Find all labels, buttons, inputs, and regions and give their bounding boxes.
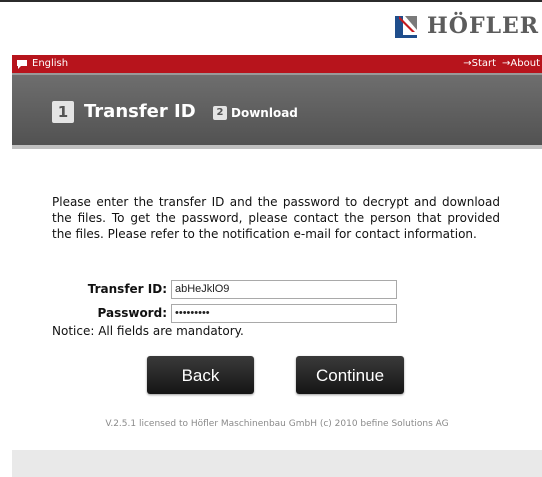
top-bar: English →Start →About (12, 55, 542, 73)
brand-name: HÖFLER (427, 13, 540, 39)
transfer-id-input[interactable] (171, 279, 397, 299)
continue-button[interactable]: Continue (296, 356, 404, 394)
step-1-label: Transfer ID (84, 101, 196, 122)
footer-band (12, 450, 542, 477)
password-label: Password: (97, 306, 168, 320)
footer-license: V.2.5.1 licensed to Höfler Maschinenbau … (105, 419, 449, 429)
header-divider (12, 145, 542, 149)
transfer-id-row: Transfer ID: (52, 279, 397, 299)
back-button[interactable]: Back (147, 356, 254, 394)
step-header: 1 Transfer ID 2 Download (12, 73, 542, 145)
password-input[interactable] (171, 303, 397, 323)
step-1-number: 1 (52, 101, 74, 123)
mandatory-notice: Notice: All fields are mandatory. (52, 324, 244, 338)
speech-bubble-icon (16, 58, 28, 70)
password-row: Password: (52, 303, 397, 323)
language-selector[interactable]: English (16, 55, 68, 73)
top-links: →Start →About (463, 55, 540, 73)
language-label: English (32, 58, 69, 69)
hofler-logo-icon (393, 13, 419, 39)
step-2-number: 2 (213, 106, 227, 120)
start-link[interactable]: →Start (463, 55, 496, 73)
step-2-label: Download (231, 106, 298, 120)
intro-text: Please enter the transfer ID and the pas… (52, 195, 500, 241)
top-border (0, 0, 542, 2)
transfer-id-label: Transfer ID: (87, 282, 167, 296)
page: HÖFLER English →Start →About 1 Transfer … (0, 0, 542, 477)
about-link[interactable]: →About (502, 55, 540, 73)
brand-logo: HÖFLER (393, 11, 539, 41)
